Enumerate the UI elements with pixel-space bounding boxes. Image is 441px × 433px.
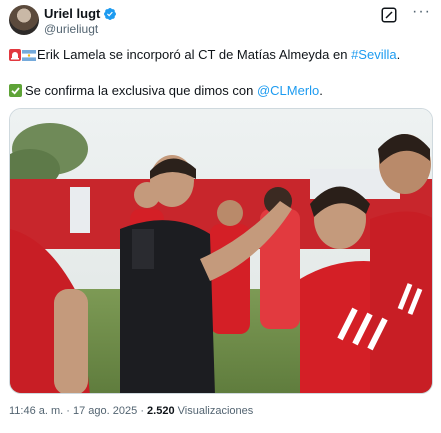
author-handle[interactable]: @urieliugt <box>44 22 98 36</box>
tweet-text-line-1: Erik Lamela se incorporó al CT de Matías… <box>9 46 433 63</box>
more-options-icon[interactable]: ··· <box>412 4 431 20</box>
meta-separator: · <box>66 405 70 417</box>
hashtag-sevilla-link[interactable]: #Sevilla <box>351 47 397 62</box>
tweet-header: Uriel lugt @urieliugt ··· <box>0 0 441 40</box>
verified-badge-icon <box>104 7 117 20</box>
tweet-meta: 11:46 a. m. · 17 ago. 2025 · 2.520 Visua… <box>9 405 253 417</box>
mention-clmerlo-link[interactable]: @CLMerlo <box>257 83 319 98</box>
tweet-text-1-end: . <box>396 47 401 62</box>
check-mark-emoji-icon <box>9 84 22 97</box>
tweet-text-1: Erik Lamela se incorporó al CT de Matías… <box>37 47 352 62</box>
author-name-row[interactable]: Uriel lugt <box>44 6 117 21</box>
tweet-time[interactable]: 11:46 a. m. <box>9 405 63 417</box>
tweet-text-line-2: Se confirma la exclusiva que dimos con @… <box>9 82 433 99</box>
tweet-text-2-end: . <box>319 83 323 98</box>
views-label: Visualizaciones <box>177 405 254 417</box>
tweet-date[interactable]: 17 ago. 2025 <box>73 405 137 417</box>
siren-emoji-icon <box>9 49 21 61</box>
display-name[interactable]: Uriel lugt <box>44 6 100 21</box>
views-count: 2.520 <box>147 405 175 417</box>
tweet-text-2: Se confirma la exclusiva que dimos con <box>25 83 257 98</box>
grok-icon[interactable] <box>380 6 398 24</box>
tweet-photo[interactable] <box>9 108 433 394</box>
avatar[interactable] <box>9 5 39 35</box>
training-session-photo <box>10 109 432 393</box>
argentina-flag-icon <box>22 50 36 61</box>
meta-separator-2: · <box>140 405 144 417</box>
